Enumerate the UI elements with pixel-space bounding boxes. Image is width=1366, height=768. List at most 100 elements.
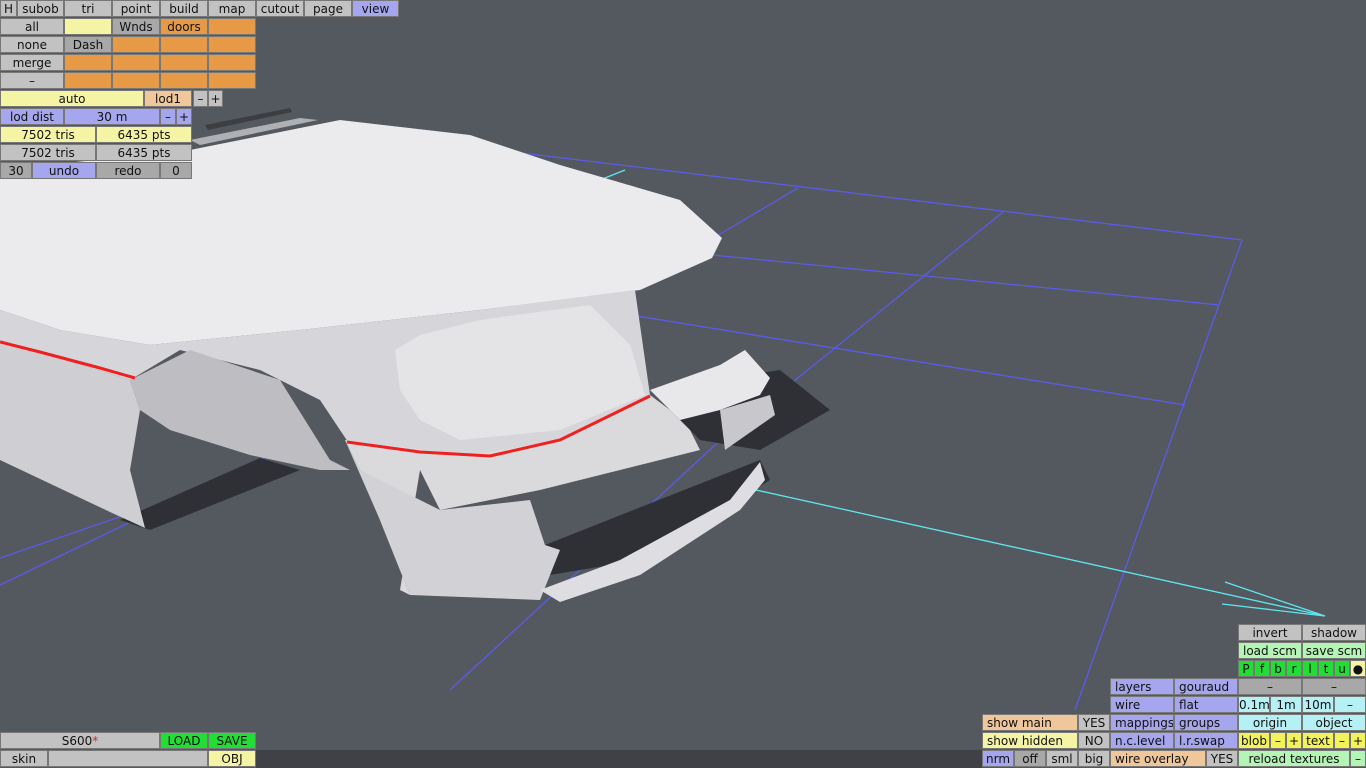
lod-dist-plus-button[interactable]: +	[176, 108, 192, 125]
step-minus-button[interactable]: –	[1334, 696, 1366, 713]
groups-button[interactable]: groups	[1174, 714, 1238, 731]
subob-doors[interactable]: doors	[160, 18, 208, 35]
subob-wnds[interactable]: Wnds	[112, 18, 160, 35]
view-p-button[interactable]: P	[1238, 660, 1254, 677]
subob-slot-16[interactable]	[208, 72, 256, 89]
step-1m-button[interactable]: 1m	[1270, 696, 1302, 713]
view-top-button[interactable]: t	[1318, 660, 1334, 677]
off-button[interactable]: off	[1014, 750, 1046, 767]
lod-plus-button[interactable]: +	[208, 90, 223, 107]
bottom-strip	[256, 750, 982, 768]
blob-plus-button[interactable]: +	[1286, 732, 1302, 749]
save-scm-button[interactable]: save scm	[1302, 642, 1366, 659]
subob-slot-1[interactable]	[64, 18, 112, 35]
select-none-button[interactable]: none	[0, 36, 64, 53]
view-right-button[interactable]: r	[1286, 660, 1302, 677]
mappings-button[interactable]: mappings	[1110, 714, 1174, 731]
invert-button[interactable]: invert	[1238, 624, 1302, 641]
reload-minus-button[interactable]: –	[1350, 750, 1366, 767]
show-main-value[interactable]: YES	[1078, 714, 1110, 731]
tab-subob[interactable]: subob	[17, 0, 64, 17]
subob-minus-button[interactable]: –	[0, 72, 64, 89]
tri-count-total: 7502 tris	[0, 144, 96, 161]
subob-slot-15[interactable]	[160, 72, 208, 89]
subob-slot-4[interactable]	[208, 18, 256, 35]
nc-level-button[interactable]: n.c.level	[1110, 732, 1174, 749]
tab-view[interactable]: view	[352, 0, 399, 17]
flat-button[interactable]: flat	[1174, 696, 1238, 713]
reload-textures-button[interactable]: reload textures	[1238, 750, 1350, 767]
subob-slot-8[interactable]	[208, 36, 256, 53]
blob-label: blob	[1238, 732, 1270, 749]
subob-slot-14[interactable]	[112, 72, 160, 89]
skin-button[interactable]: skin	[0, 750, 48, 767]
subob-slot-6[interactable]	[112, 36, 160, 53]
redo-button[interactable]: redo	[96, 162, 160, 179]
tab-h[interactable]: H	[0, 0, 17, 17]
merge-button[interactable]: merge	[0, 54, 64, 71]
load-button[interactable]: LOAD	[160, 732, 208, 749]
load-scm-button[interactable]: load scm	[1238, 642, 1302, 659]
subob-slot-7[interactable]	[160, 36, 208, 53]
view-back-button[interactable]: b	[1270, 660, 1286, 677]
view-front-button[interactable]: f	[1254, 660, 1270, 677]
model-name-field[interactable]: S600*	[0, 732, 160, 749]
object-button[interactable]: object	[1302, 714, 1366, 731]
undo-button[interactable]: undo	[32, 162, 96, 179]
obj-button[interactable]: OBJ	[208, 750, 256, 767]
subob-slot-11[interactable]	[160, 54, 208, 71]
show-main-toggle[interactable]: show main	[982, 714, 1078, 731]
subob-dash[interactable]: Dash	[64, 36, 112, 53]
redo-count: 0	[160, 162, 192, 179]
view-left-button[interactable]: l	[1302, 660, 1318, 677]
shadow-button[interactable]: shadow	[1302, 624, 1366, 641]
lod-dist-label: lod dist	[0, 108, 64, 125]
text-label: text	[1302, 732, 1334, 749]
lr-swap-button[interactable]: l.r.swap	[1174, 732, 1238, 749]
subob-slot-12[interactable]	[208, 54, 256, 71]
text-plus-button[interactable]: +	[1350, 732, 1366, 749]
sml-button[interactable]: sml	[1046, 750, 1078, 767]
nrm-button[interactable]: nrm	[982, 750, 1014, 767]
wire-button[interactable]: wire	[1110, 696, 1174, 713]
select-all-button[interactable]: all	[0, 18, 64, 35]
origin-button[interactable]: origin	[1238, 714, 1302, 731]
lod-minus-button[interactable]: –	[193, 90, 208, 107]
point-count: 6435 pts	[96, 126, 192, 143]
tab-cutout[interactable]: cutout	[256, 0, 304, 17]
view-under-button[interactable]: u	[1334, 660, 1350, 677]
subob-slot-13[interactable]	[64, 72, 112, 89]
layers-button[interactable]: layers	[1110, 678, 1174, 695]
right-dash-a[interactable]: –	[1238, 678, 1302, 695]
skin-name-field[interactable]	[48, 750, 208, 767]
tri-count: 7502 tris	[0, 126, 96, 143]
3d-viewport[interactable]	[0, 0, 1366, 768]
show-hidden-toggle[interactable]: show hidden	[982, 732, 1078, 749]
save-button[interactable]: SAVE	[208, 732, 256, 749]
subob-slot-9[interactable]	[64, 54, 112, 71]
lod-dist-minus-button[interactable]: –	[160, 108, 176, 125]
view-dot-button[interactable]: ●	[1350, 660, 1366, 677]
modified-marker: *	[92, 734, 99, 748]
gouraud-button[interactable]: gouraud	[1174, 678, 1238, 695]
wire-overlay-value[interactable]: YES	[1206, 750, 1238, 767]
step-10m-button[interactable]: 10m	[1302, 696, 1334, 713]
lod-dist-value[interactable]: 30 m	[64, 108, 160, 125]
blob-minus-button[interactable]: –	[1270, 732, 1286, 749]
step-01m-button[interactable]: 0.1m	[1238, 696, 1270, 713]
big-button[interactable]: big	[1078, 750, 1110, 767]
subob-slot-10[interactable]	[112, 54, 160, 71]
lod-auto-button[interactable]: auto	[0, 90, 144, 107]
wire-overlay-toggle[interactable]: wire overlay	[1110, 750, 1206, 767]
model-name: S600	[61, 734, 93, 748]
text-minus-button[interactable]: –	[1334, 732, 1350, 749]
tab-build[interactable]: build	[160, 0, 208, 17]
tab-tri[interactable]: tri	[64, 0, 112, 17]
tab-point[interactable]: point	[112, 0, 160, 17]
undo-count: 30	[0, 162, 32, 179]
show-hidden-value[interactable]: NO	[1078, 732, 1110, 749]
lod-level[interactable]: lod1	[144, 90, 192, 107]
tab-page[interactable]: page	[304, 0, 352, 17]
tab-map[interactable]: map	[208, 0, 256, 17]
right-dash-b[interactable]: –	[1302, 678, 1366, 695]
